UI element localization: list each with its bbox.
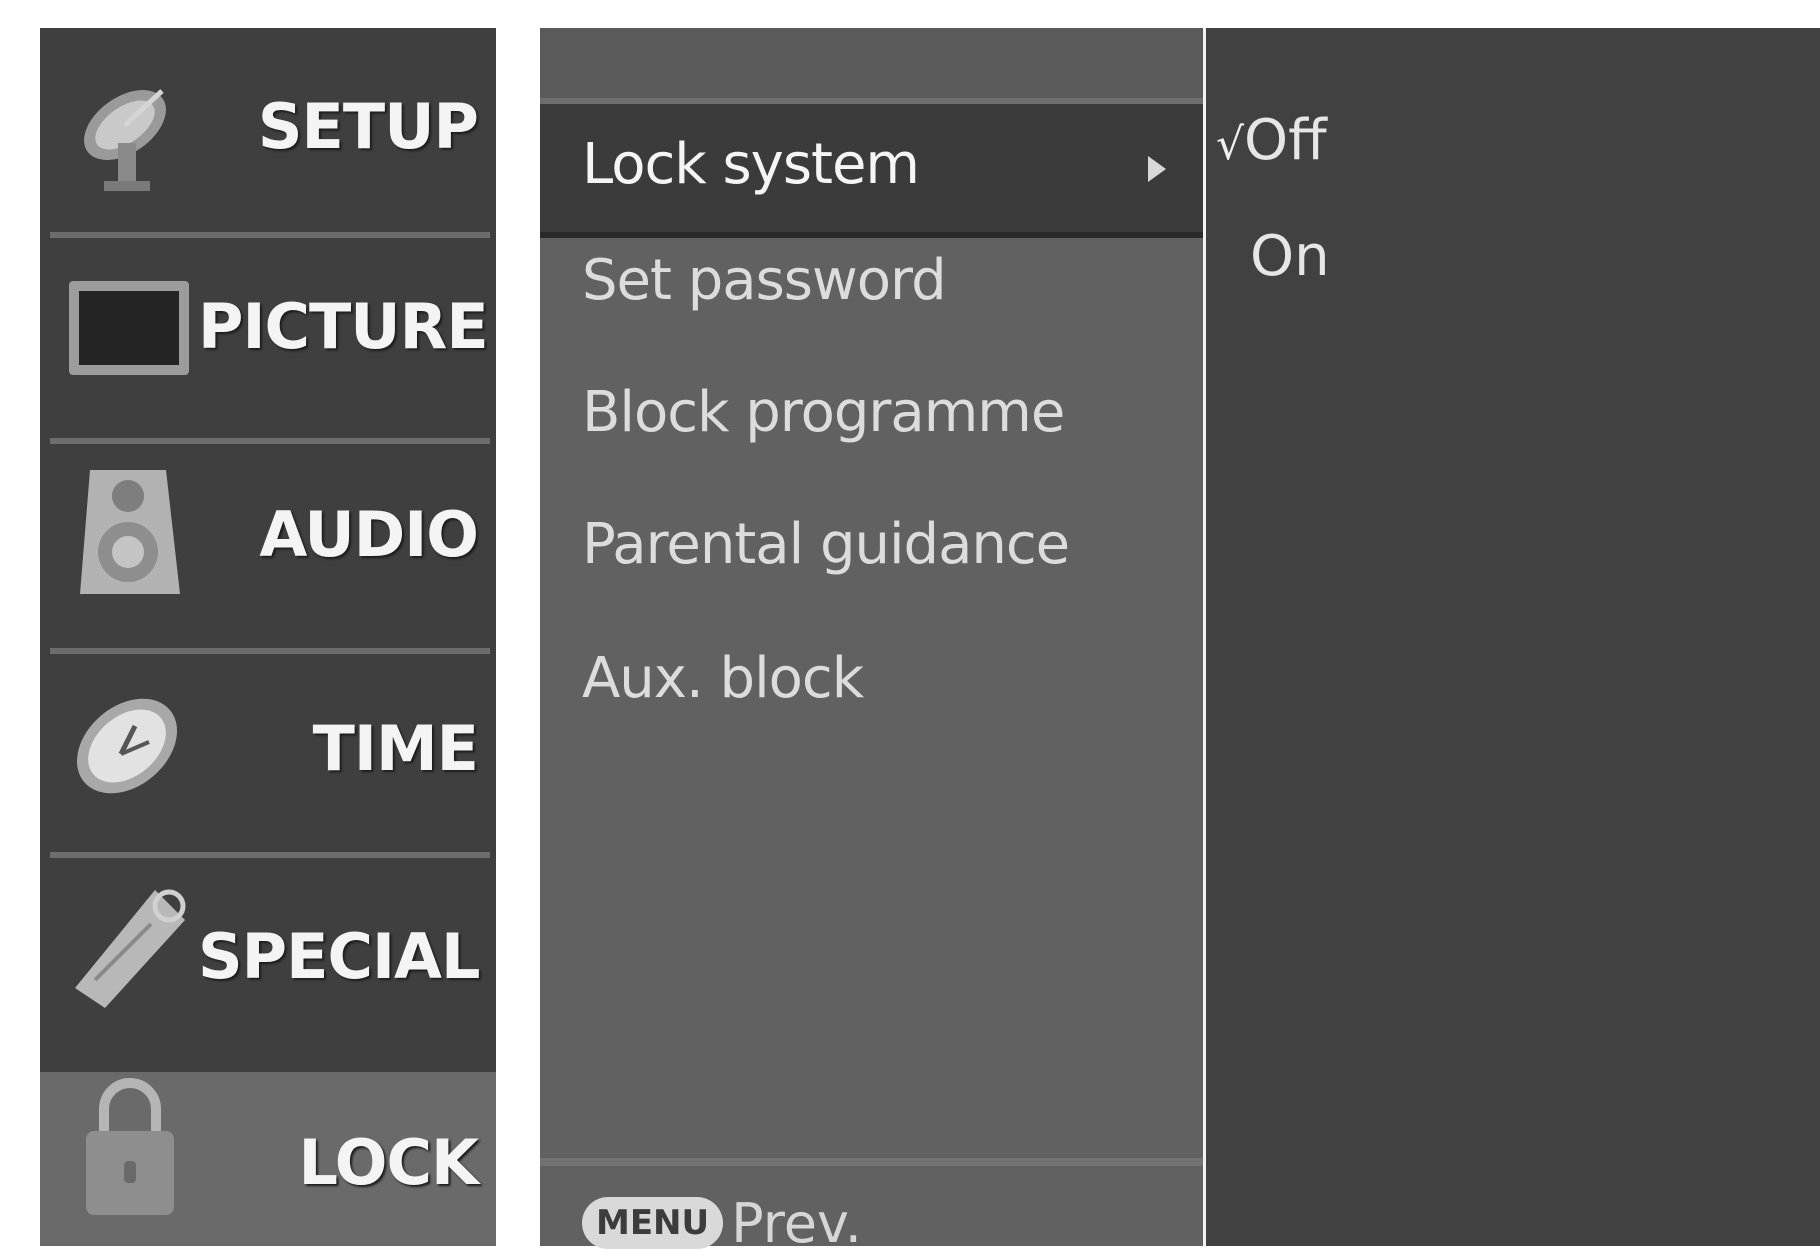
- options-pane: √Off On: [1203, 28, 1820, 1246]
- checkmark-icon: √: [1216, 119, 1245, 170]
- prev-hint-text: Prev.: [731, 1191, 862, 1255]
- sidebar-item-special[interactable]: SPECIAL: [40, 858, 496, 1060]
- sidebar-item-label: SPECIAL: [198, 920, 481, 993]
- sidebar-item-setup[interactable]: SETUP: [40, 28, 496, 230]
- padlock-icon: [60, 1076, 200, 1216]
- sidebar-item-time[interactable]: TIME: [40, 654, 496, 856]
- option-label: On: [1250, 224, 1330, 289]
- lock-menu: Lock system Set password Block programme…: [540, 28, 1203, 1255]
- speaker-icon: [60, 464, 200, 604]
- menu-item-block-programme[interactable]: Block programme: [582, 380, 1065, 445]
- sidebar-item-label: LOCK: [298, 1126, 479, 1199]
- sidebar-item-label: TIME: [312, 712, 479, 785]
- tv-screen-icon: [60, 258, 200, 398]
- menu-item-lock-system[interactable]: Lock system: [582, 132, 920, 197]
- sidebar-item-label: AUDIO: [259, 498, 479, 571]
- sidebar-item-picture[interactable]: PICTURE: [40, 238, 496, 440]
- category-sidebar: SETUP PICTURE AUDIO TIME SPECIAL LOCK: [40, 28, 496, 1246]
- menu-item-aux-block[interactable]: Aux. block: [582, 646, 864, 711]
- menu-footer-divider: [540, 1158, 1203, 1166]
- option-on[interactable]: On: [1250, 224, 1330, 289]
- menu-item-set-password[interactable]: Set password: [582, 248, 947, 313]
- sidebar-item-label: PICTURE: [198, 290, 489, 363]
- clock-icon: [60, 676, 200, 816]
- satellite-dish-icon: [60, 58, 200, 198]
- sidebar-item-label: SETUP: [257, 90, 479, 163]
- submenu-arrow-icon: [1148, 156, 1166, 182]
- sidebar-item-lock[interactable]: LOCK: [40, 1072, 496, 1246]
- menu-item-parental-guidance[interactable]: Parental guidance: [582, 512, 1070, 577]
- option-label: Off: [1244, 108, 1327, 173]
- sidebar-item-audio[interactable]: AUDIO: [40, 444, 496, 646]
- tag-icon: [60, 880, 200, 1020]
- option-off[interactable]: √Off: [1216, 108, 1327, 173]
- menu-header-band: [540, 28, 1203, 104]
- menu-footer-hint: MENU Prev.: [582, 1188, 862, 1258]
- menu-key-button[interactable]: MENU: [582, 1197, 724, 1249]
